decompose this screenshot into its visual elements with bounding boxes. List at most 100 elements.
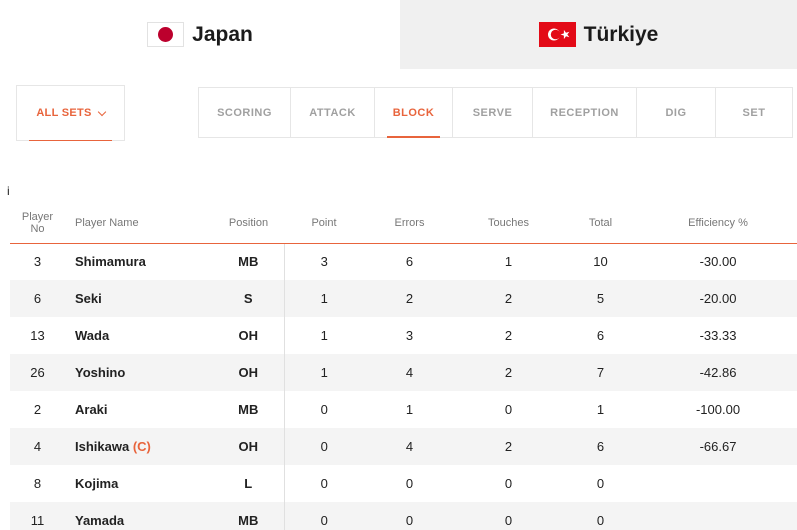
block-touches: 0: [504, 402, 513, 417]
block-efficiency: -20.00: [639, 280, 797, 317]
block-point: 0: [283, 428, 364, 465]
block-point: 1: [283, 317, 364, 354]
table-row: 2 Araki MB 0 1 0 1 -100.00: [10, 391, 797, 428]
block-efficiency: -100.00: [695, 402, 741, 417]
turkey-flag-icon: [538, 22, 576, 47]
header-total: Total: [562, 203, 639, 244]
info-marker: i: [7, 184, 10, 198]
block-errors: 3: [405, 328, 414, 343]
block-errors: 0: [405, 476, 414, 491]
player-name[interactable]: Yamada: [75, 513, 124, 528]
player-no: 13: [30, 328, 45, 343]
table-row: 8 Kojima L 0 0 0 0: [10, 465, 797, 502]
block-total: 10: [593, 254, 608, 270]
player-no: 2: [33, 402, 42, 417]
player-name[interactable]: Kojima: [75, 476, 118, 491]
block-efficiency: -66.67: [639, 428, 797, 465]
all-sets-dropdown[interactable]: ALL SETS: [29, 86, 112, 141]
player-position: MB: [238, 402, 259, 417]
japan-flag-icon: [147, 22, 185, 47]
header-touches: Touches: [455, 203, 562, 244]
player-name-cell: Araki: [65, 391, 213, 428]
tab-scoring[interactable]: SCORING: [199, 88, 291, 137]
team-name-home: Japan: [192, 22, 253, 46]
player-position: OH: [213, 428, 284, 465]
tab-set[interactable]: SET: [716, 88, 792, 137]
header-point: Point: [284, 203, 364, 244]
table-row: 4 Ishikawa (C) OH 0 4 2 6 -66.67: [10, 428, 797, 465]
header-player-no: Player No: [10, 203, 65, 244]
player-no: 11: [10, 502, 65, 530]
block-errors: 4: [364, 428, 455, 465]
block-efficiency: -33.33: [699, 328, 737, 343]
block-errors: 1: [405, 402, 414, 417]
block-point: 0: [283, 465, 364, 502]
table-row: 6 Seki S 1 2 2 5 -20.00: [10, 280, 797, 317]
tab-block[interactable]: BLOCK: [375, 88, 453, 138]
block-errors: 2: [364, 280, 455, 317]
table-row: 13 Wada OH 1 3 2 6 -33.33: [10, 317, 797, 354]
block-errors: 0: [364, 502, 455, 530]
team-name-away: Türkiye: [583, 22, 659, 46]
block-touches: 0: [504, 476, 513, 491]
block-total: 6: [562, 428, 639, 465]
team-tab-turkiye[interactable]: Türkiye: [400, 0, 797, 69]
chevron-down-icon: [97, 107, 106, 116]
block-total: 6: [596, 328, 605, 343]
sets-filter-box: ALL SETS: [16, 85, 125, 141]
block-point: 0: [283, 502, 364, 530]
block-touches: 2: [455, 354, 562, 391]
player-name-cell: Kojima: [65, 465, 213, 502]
block-stats-table: Player No Player Name Position Point Erro…: [10, 203, 797, 530]
player-name[interactable]: Araki: [75, 402, 108, 417]
player-no: 4: [10, 428, 65, 465]
block-point: 1: [283, 280, 364, 317]
all-sets-label: ALL SETS: [36, 107, 92, 119]
player-position: OH: [213, 354, 284, 391]
player-position: OH: [238, 328, 259, 343]
block-efficiency: -30.00: [699, 254, 737, 270]
player-name[interactable]: Yoshino: [75, 365, 125, 380]
header-efficiency: Efficiency %: [639, 203, 797, 244]
player-position: MB: [213, 502, 284, 530]
player-no: 6: [10, 280, 65, 317]
block-point: 1: [283, 354, 364, 391]
player-name[interactable]: Wada: [75, 328, 109, 343]
player-name[interactable]: Ishikawa: [75, 439, 129, 454]
table-header-row: Player No Player Name Position Point Erro…: [10, 203, 797, 244]
player-name-cell: Seki: [65, 280, 213, 317]
header-errors: Errors: [364, 203, 455, 244]
player-name-cell: Yamada: [65, 502, 213, 530]
player-name-cell: Shimamura: [65, 243, 213, 280]
player-name-cell: Yoshino: [65, 354, 213, 391]
player-no: 3: [33, 254, 42, 270]
player-no: 26: [10, 354, 65, 391]
tab-reception[interactable]: RECEPTION: [533, 88, 637, 137]
block-efficiency: -42.86: [639, 354, 797, 391]
player-name-cell: Wada: [65, 317, 213, 354]
block-touches: 2: [504, 328, 513, 343]
block-point: 3: [283, 243, 364, 280]
block-total: 5: [562, 280, 639, 317]
block-total: 0: [562, 502, 639, 530]
stat-category-tabs: SCORING ATTACK BLOCK SERVE RECEPTION DIG…: [198, 87, 793, 138]
block-point: 0: [283, 391, 364, 428]
player-name[interactable]: Seki: [75, 291, 102, 306]
block-total: 1: [596, 402, 605, 417]
block-efficiency: [639, 502, 797, 530]
block-errors: 4: [364, 354, 455, 391]
table-row: 3 Shimamura MB 3 6 1 10 -30.00: [10, 243, 797, 280]
block-efficiency: [639, 465, 797, 502]
block-total: 7: [562, 354, 639, 391]
tab-dig[interactable]: DIG: [637, 88, 716, 137]
player-name[interactable]: Shimamura: [75, 254, 146, 269]
table-row: 26 Yoshino OH 1 4 2 7 -42.86: [10, 354, 797, 391]
tab-attack[interactable]: ATTACK: [291, 88, 375, 137]
block-total: 0: [596, 476, 605, 491]
table-row: 11 Yamada MB 0 0 0 0: [10, 502, 797, 530]
block-touches: 2: [455, 280, 562, 317]
tab-serve[interactable]: SERVE: [453, 88, 533, 137]
player-position: L: [244, 476, 253, 491]
player-position: S: [213, 280, 284, 317]
team-tab-japan[interactable]: Japan: [0, 0, 400, 69]
